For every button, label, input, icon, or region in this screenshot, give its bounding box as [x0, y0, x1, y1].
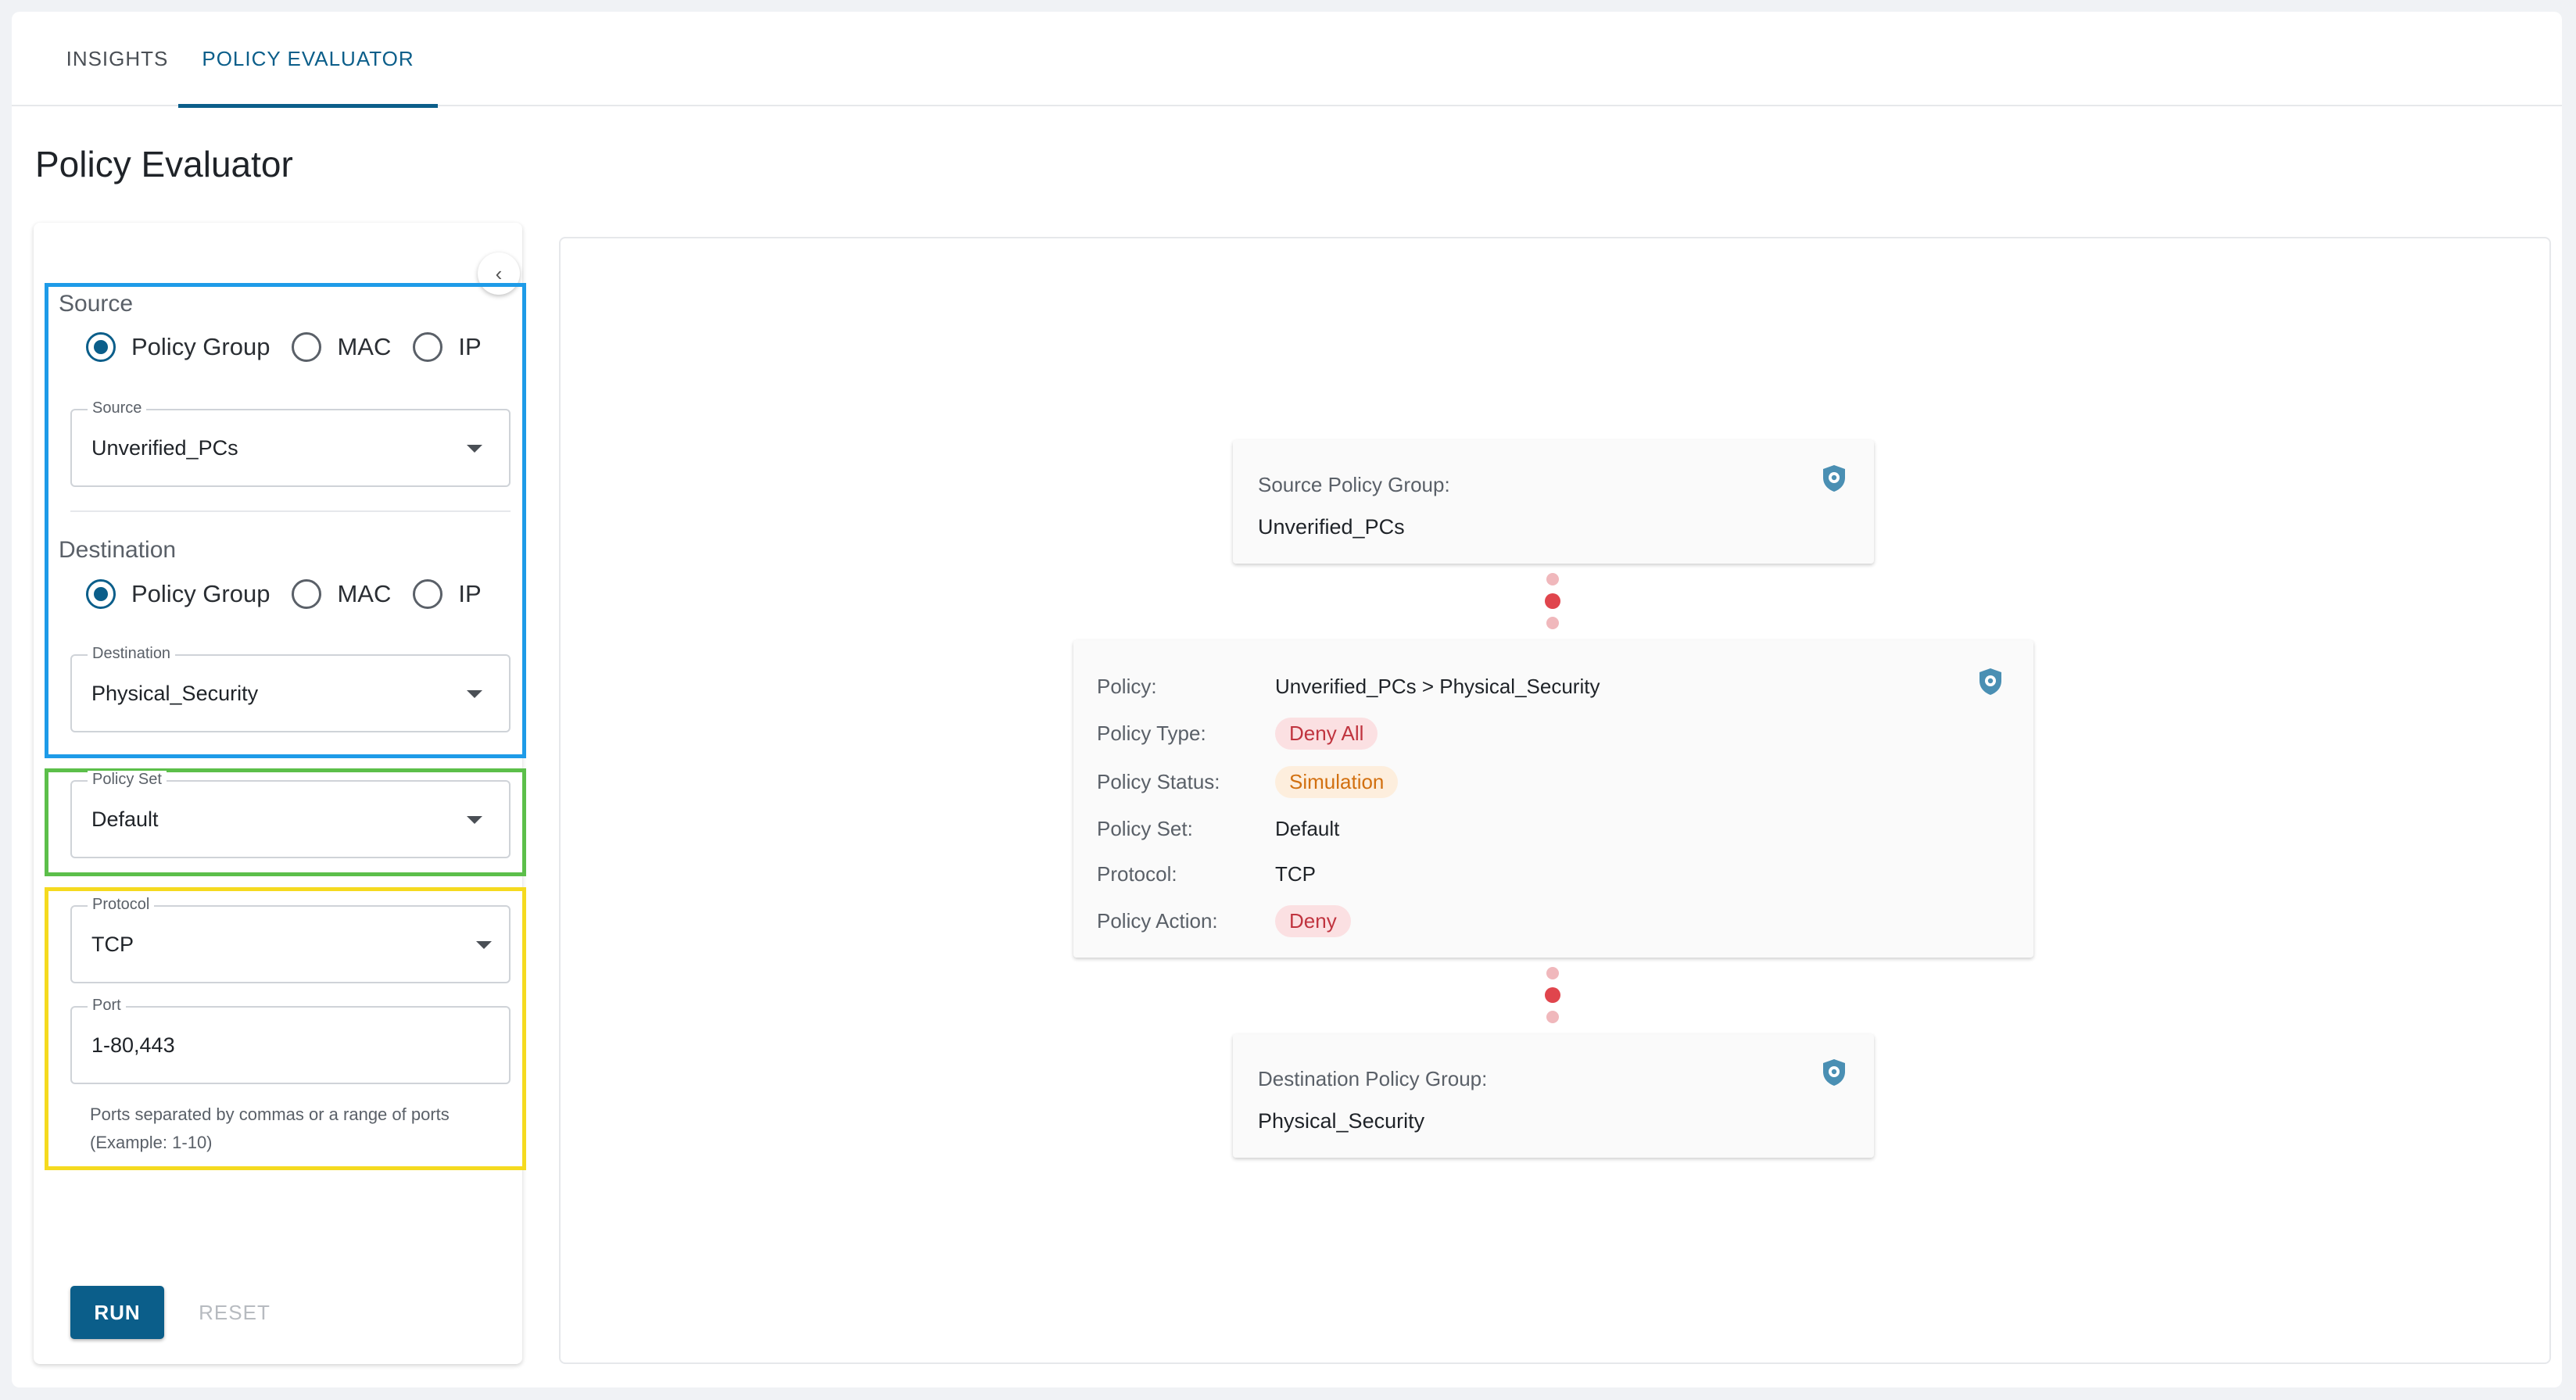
shield-gear-icon — [1823, 465, 1845, 492]
policy-row-key: Policy: — [1097, 674, 1157, 698]
protocol-row: Protocol: TCP — [1097, 854, 1316, 893]
connector-dot — [1546, 573, 1559, 585]
connector-dot — [1546, 1011, 1559, 1023]
radio-label: IP — [458, 580, 482, 607]
radio-checked-icon — [86, 332, 116, 362]
destination-select-value: Physical_Security — [91, 681, 259, 705]
connector-dot — [1545, 593, 1560, 609]
destination-section-label: Destination — [59, 537, 177, 563]
policy-set-result-value: Default — [1275, 816, 1340, 840]
policy-detail-card: Policy: Unverified_PCs > Physical_Securi… — [1073, 640, 2033, 958]
destination-policy-group-card: Destination Policy Group: Physical_Secur… — [1233, 1034, 1874, 1158]
destination-type-radio-group: Policy Group MAC IP — [86, 575, 503, 614]
policy-row-key: Protocol: — [1097, 861, 1177, 886]
port-input[interactable]: Port 1-80,443 — [70, 997, 511, 1084]
policy-status-row: Policy Status: Simulation — [1097, 762, 1399, 801]
policy-set-value: Default — [91, 807, 159, 831]
app-frame: INSIGHTS POLICY EVALUATOR Policy Evaluat… — [12, 12, 2562, 1387]
page-title: Policy Evaluator — [35, 144, 293, 184]
flow-connector — [1545, 967, 1560, 1026]
protocol-select[interactable]: Protocol TCP — [70, 896, 511, 983]
radio-unchecked-icon — [413, 332, 443, 362]
source-radio-ip[interactable]: IP — [413, 332, 482, 362]
source-section-label: Source — [59, 291, 134, 317]
radio-label: MAC — [337, 580, 392, 607]
policy-row-key: Policy Status: — [1097, 769, 1220, 793]
radio-unchecked-icon — [413, 579, 443, 609]
source-select-value: Unverified_PCs — [91, 435, 238, 460]
chevron-left-icon: ‹ — [495, 261, 503, 285]
source-card-value: Unverified_PCs — [1258, 515, 1405, 539]
caret-down-icon — [476, 941, 492, 949]
policy-row-key: Policy Set: — [1097, 816, 1193, 840]
caret-down-icon — [467, 690, 482, 698]
policy-type-row: Policy Type: Deny All — [1097, 714, 1378, 753]
policy-name-value: Unverified_PCs > Physical_Security — [1275, 674, 1600, 698]
protocol-result-value: TCP — [1275, 861, 1316, 886]
destination-radio-ip[interactable]: IP — [413, 579, 482, 609]
destination-radio-policy-group[interactable]: Policy Group — [86, 579, 270, 609]
source-card-label: Source Policy Group: — [1258, 473, 1450, 496]
source-type-radio-group: Policy Group MAC IP — [86, 328, 503, 367]
shield-gear-icon — [1823, 1059, 1845, 1086]
policy-type-badge: Deny All — [1275, 717, 1378, 750]
tab-insights[interactable]: INSIGHTS — [43, 12, 192, 106]
policy-action-badge: Deny — [1275, 904, 1351, 937]
section-divider — [70, 510, 511, 512]
protocol-value: TCP — [91, 932, 134, 956]
port-value: 1-80,443 — [91, 1033, 175, 1057]
connector-dot — [1546, 617, 1559, 629]
radio-checked-icon — [86, 579, 116, 609]
tab-bar: INSIGHTS POLICY EVALUATOR — [12, 12, 2562, 108]
radio-label: Policy Group — [131, 333, 270, 360]
policy-row-key: Policy Type: — [1097, 721, 1206, 745]
destination-card-label: Destination Policy Group: — [1258, 1067, 1488, 1090]
destination-radio-mac[interactable]: MAC — [292, 579, 391, 609]
caret-down-icon — [467, 445, 482, 453]
destination-card-value: Physical_Security — [1258, 1109, 1425, 1133]
shield-gear-icon — [1979, 668, 2001, 695]
source-radio-mac[interactable]: MAC — [292, 332, 391, 362]
policy-set-row: Policy Set: Default — [1097, 809, 1339, 848]
radio-unchecked-icon — [292, 579, 322, 609]
policy-row: Policy: Unverified_PCs > Physical_Securi… — [1097, 667, 1600, 706]
radio-label: Policy Group — [131, 580, 270, 607]
connector-dot — [1545, 987, 1560, 1003]
policy-status-badge: Simulation — [1275, 765, 1399, 798]
source-select[interactable]: Source Unverified_PCs — [70, 399, 511, 487]
policy-row-key: Policy Action: — [1097, 908, 1218, 933]
destination-select[interactable]: Destination Physical_Security — [70, 645, 511, 732]
radio-unchecked-icon — [292, 332, 322, 362]
source-radio-policy-group[interactable]: Policy Group — [86, 332, 270, 362]
run-button[interactable]: RUN — [70, 1286, 164, 1339]
radio-label: IP — [458, 333, 482, 360]
policy-action-row: Policy Action: Deny — [1097, 901, 1351, 940]
policy-set-select[interactable]: Policy Set Default — [70, 771, 511, 858]
tab-policy-evaluator[interactable]: POLICY EVALUATOR — [178, 12, 438, 108]
connector-dot — [1546, 967, 1559, 979]
port-helper-text: Ports separated by commas or a range of … — [90, 1105, 450, 1152]
flow-connector — [1545, 573, 1560, 632]
radio-label: MAC — [337, 333, 392, 360]
reset-button[interactable]: RESET — [192, 1286, 278, 1339]
source-policy-group-card: Source Policy Group: Unverified_PCs — [1233, 440, 1874, 564]
caret-down-icon — [467, 816, 482, 824]
